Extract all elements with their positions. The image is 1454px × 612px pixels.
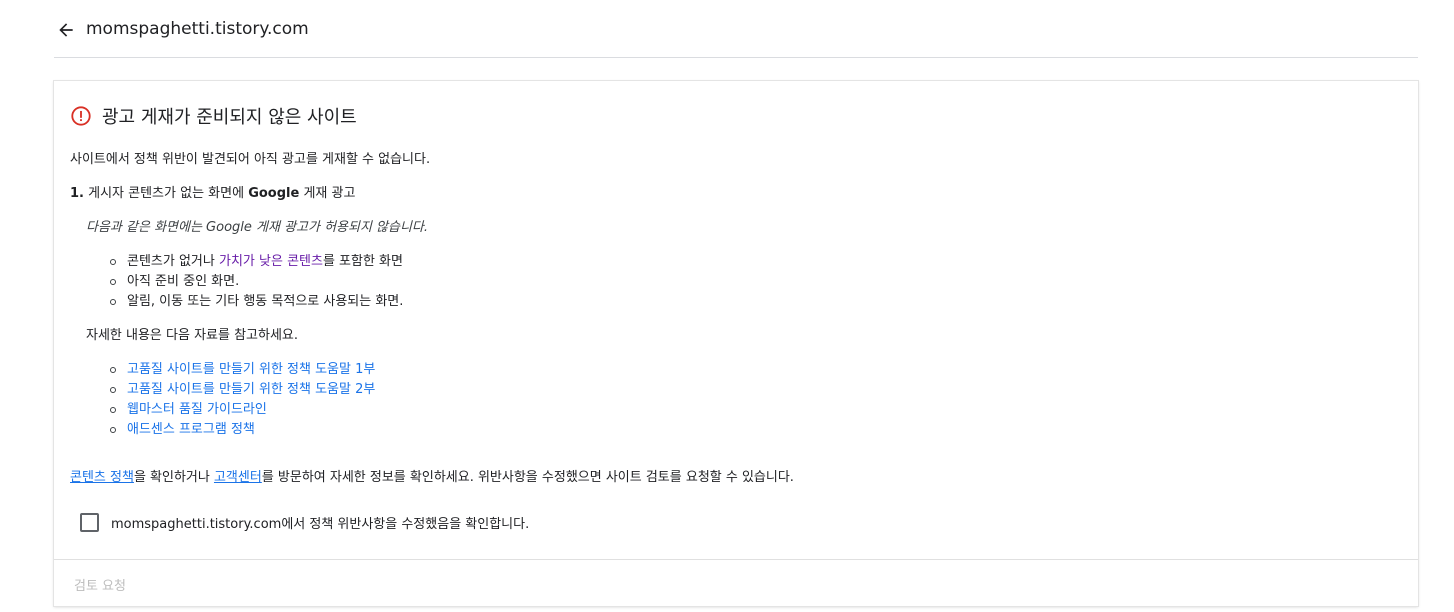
policy-violation-card: 광고 게재가 준비되지 않은 사이트 사이트에서 정책 위반이 발견되어 아직 … bbox=[54, 81, 1418, 606]
card-footer: 검토 요청 bbox=[54, 559, 1418, 606]
violation-number: 1. bbox=[70, 186, 84, 201]
footer-instructions: 콘텐츠 정책을 확인하거나 고객센터를 방문하여 자세한 정보를 확인하세요. … bbox=[70, 469, 794, 487]
low-value-content-link[interactable]: 가치가 낮은 콘텐츠 bbox=[219, 254, 323, 269]
page-header: momspaghetti.tistory.com bbox=[54, 0, 1418, 58]
footer-text: 을 확인하거나 bbox=[133, 470, 214, 485]
card-title: 광고 게재가 준비되지 않은 사이트 bbox=[70, 103, 357, 129]
list-item: 아직 준비 중인 화면. bbox=[109, 272, 403, 292]
request-review-button[interactable]: 검토 요청 bbox=[74, 575, 126, 594]
confirm-fixed-row[interactable]: momspaghetti.tistory.com에서 정책 위반사항을 수정했음… bbox=[80, 512, 529, 532]
violation-text: 게시자 콘텐츠가 없는 화면에 bbox=[88, 186, 249, 201]
footer-text: 를 방문하여 자세한 정보를 확인하세요. 위반사항을 수정했으면 사이트 검토… bbox=[261, 470, 794, 485]
resource-link-program-policy[interactable]: 애드센스 프로그램 정책 bbox=[127, 422, 255, 437]
list-item: 고품질 사이트를 만들기 위한 정책 도움말 2부 bbox=[109, 380, 375, 400]
list-item: 알림, 이동 또는 기타 행동 목적으로 사용되는 화면. bbox=[109, 292, 403, 312]
list-item: 고품질 사이트를 만들기 위한 정책 도움말 1부 bbox=[109, 360, 375, 380]
policy-note: 다음과 같은 화면에는 Google 게재 광고가 허용되지 않습니다. bbox=[86, 220, 429, 235]
resource-link-webmaster[interactable]: 웹마스터 품질 가이드라인 bbox=[127, 402, 267, 417]
list-item: 웹마스터 품질 가이드라인 bbox=[109, 400, 375, 420]
content-policy-link[interactable]: 콘텐츠 정책 bbox=[70, 470, 134, 485]
card-title-text: 광고 게재가 준비되지 않은 사이트 bbox=[102, 107, 357, 128]
list-item-text: 콘텐츠가 없거나 bbox=[127, 254, 219, 269]
resource-link-quality-1[interactable]: 고품질 사이트를 만들기 위한 정책 도움말 1부 bbox=[127, 362, 375, 377]
confirm-fixed-checkbox[interactable] bbox=[80, 512, 99, 532]
confirm-fixed-label: momspaghetti.tistory.com에서 정책 위반사항을 수정했음… bbox=[111, 516, 530, 532]
site-title: momspaghetti.tistory.com bbox=[86, 19, 309, 39]
disallowed-screens-list: 콘텐츠가 없거나 가치가 낮은 콘텐츠를 포함한 화면 아직 준비 중인 화면.… bbox=[109, 252, 403, 312]
intro-text: 사이트에서 정책 위반이 발견되어 아직 광고를 게재할 수 없습니다. bbox=[70, 152, 431, 167]
resources-list: 고품질 사이트를 만들기 위한 정책 도움말 1부 고품질 사이트를 만들기 위… bbox=[109, 360, 375, 440]
list-item: 콘텐츠가 없거나 가치가 낮은 콘텐츠를 포함한 화면 bbox=[109, 252, 403, 272]
arrow-left-icon[interactable] bbox=[56, 20, 76, 40]
violation-brand: Google bbox=[248, 186, 300, 201]
resource-link-quality-2[interactable]: 고품질 사이트를 만들기 위한 정책 도움말 2부 bbox=[127, 382, 375, 397]
more-info-text: 자세한 내용은 다음 자료를 참고하세요. bbox=[86, 328, 299, 343]
violation-text-end: 게재 광고 bbox=[299, 186, 356, 201]
list-item: 애드센스 프로그램 정책 bbox=[109, 420, 375, 440]
error-circle-icon bbox=[70, 105, 92, 127]
help-center-link[interactable]: 고객센터 bbox=[214, 470, 262, 485]
violation-heading: 1. 게시자 콘텐츠가 없는 화면에 Google 게재 광고 bbox=[70, 185, 355, 203]
list-item-text: 를 포함한 화면 bbox=[322, 254, 403, 269]
